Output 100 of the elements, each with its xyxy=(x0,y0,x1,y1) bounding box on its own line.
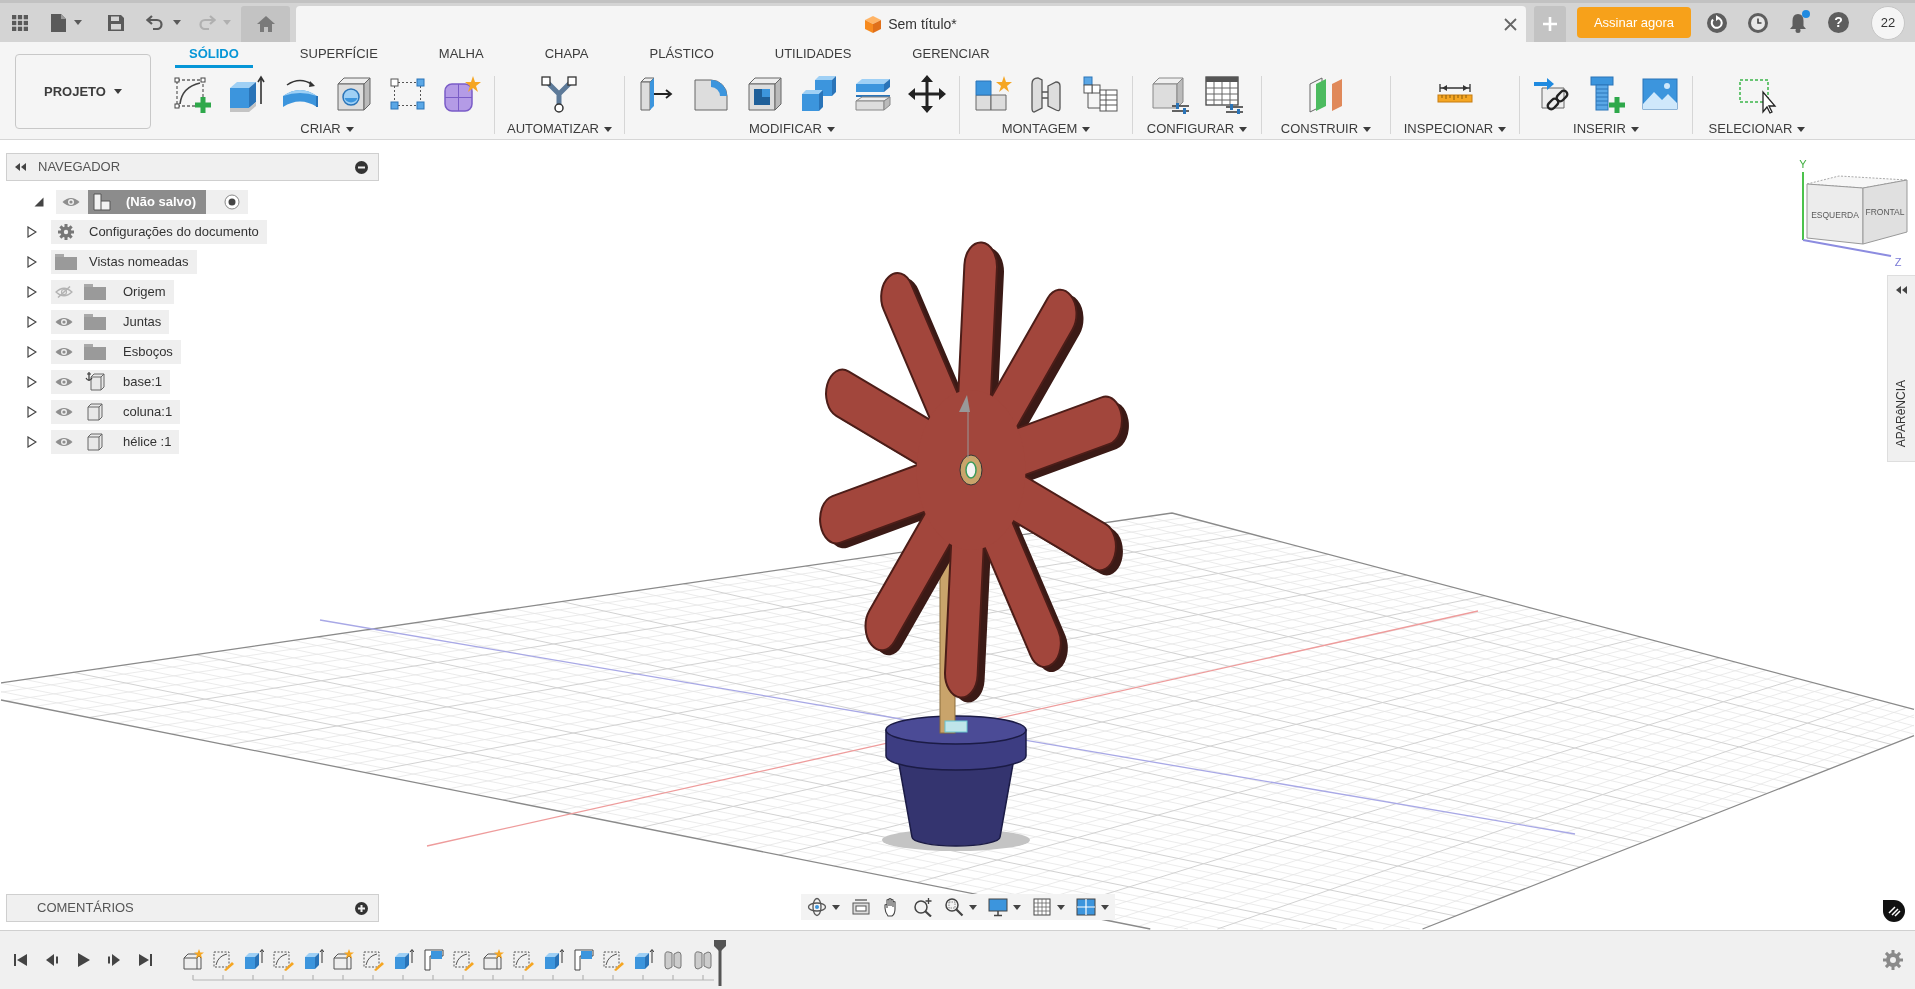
group-menu-button[interactable]: INSERIR xyxy=(1573,118,1639,140)
ribbon-tab[interactable]: UTILIDADES xyxy=(760,42,866,68)
ribbon-tab[interactable]: CHAPA xyxy=(530,42,603,68)
minus-circle-icon[interactable] xyxy=(355,160,368,174)
zoom-window-icon[interactable] xyxy=(943,897,964,917)
sketch-pencil-icon[interactable] xyxy=(272,949,294,971)
zoom-in-icon[interactable] xyxy=(912,897,933,917)
clock-icon[interactable] xyxy=(1748,12,1768,33)
collapsed-triangle-icon[interactable] xyxy=(27,316,37,328)
sketch-square-plus-icon[interactable] xyxy=(172,74,212,114)
box-star-icon[interactable] xyxy=(332,949,354,971)
group-menu-button[interactable]: AUTOMATIZAR xyxy=(507,118,612,140)
user-avatar-button[interactable]: 22 xyxy=(1871,5,1905,40)
radio-icon[interactable] xyxy=(224,194,241,210)
eye-icon[interactable] xyxy=(55,316,73,328)
eye-icon[interactable] xyxy=(62,196,80,208)
save-icon[interactable] xyxy=(108,14,124,31)
box-arrow-icon[interactable] xyxy=(632,949,654,971)
sketch-pencil-icon[interactable] xyxy=(512,949,534,971)
caret-icon[interactable] xyxy=(1056,904,1065,910)
axis-label: Y xyxy=(1799,158,1807,170)
caret-icon[interactable] xyxy=(1012,904,1021,910)
expanded-triangle-icon[interactable] xyxy=(34,197,44,207)
collapsed-triangle-icon[interactable] xyxy=(27,226,37,238)
collapsed-triangle-icon[interactable] xyxy=(27,346,37,358)
caret-icon[interactable] xyxy=(1100,904,1109,910)
monitor-icon[interactable] xyxy=(987,897,1008,917)
box-star-icon[interactable] xyxy=(482,949,504,971)
sketch-pencil-icon[interactable] xyxy=(212,949,234,971)
close-icon[interactable] xyxy=(1504,17,1517,31)
document-tab[interactable]: Sem título* xyxy=(296,6,1526,42)
move-arrows-icon[interactable] xyxy=(906,74,947,114)
eye-icon[interactable] xyxy=(55,376,73,388)
rounded-cube-star-icon[interactable] xyxy=(442,74,482,114)
view-cube[interactable] xyxy=(1802,171,1908,257)
sketch-pencil-icon[interactable] xyxy=(602,949,624,971)
sketch-pencil-icon[interactable] xyxy=(362,949,384,971)
eye-icon[interactable] xyxy=(55,346,73,358)
caret-icon xyxy=(1797,126,1806,132)
collapsed-triangle-icon[interactable] xyxy=(27,256,37,268)
home-tab[interactable] xyxy=(241,6,290,42)
branch-connector-icon[interactable] xyxy=(539,74,580,114)
caret-icon[interactable] xyxy=(831,904,840,910)
group-menu-button[interactable]: CONSTRUIR xyxy=(1280,118,1372,140)
box-arrow-icon[interactable] xyxy=(302,949,324,971)
cube-face-label: FRONTAL xyxy=(1865,207,1905,217)
file-icon[interactable] xyxy=(51,13,66,32)
collapsed-triangle-icon[interactable] xyxy=(27,436,37,448)
caret-icon[interactable] xyxy=(74,20,82,25)
group-menu-button[interactable]: CRIAR xyxy=(300,118,354,140)
collapsed-triangle-icon[interactable] xyxy=(27,286,37,298)
appearance-panel[interactable]: APARêNCIA xyxy=(1887,275,1915,462)
corner-block-icon[interactable] xyxy=(422,949,444,971)
group-menu-button[interactable]: INSPECIONAR xyxy=(1403,118,1507,140)
comment-bubble-icon[interactable] xyxy=(1883,900,1905,922)
group-menu-button[interactable]: MODIFICAR xyxy=(749,118,835,140)
play-icon[interactable] xyxy=(75,952,91,968)
gear-icon[interactable] xyxy=(1883,950,1903,970)
skip-start-icon[interactable] xyxy=(13,952,29,968)
plus-circle-icon[interactable] xyxy=(355,901,368,915)
box-star-icon[interactable] xyxy=(182,949,204,971)
eye-icon[interactable] xyxy=(55,436,73,448)
ribbon-tab[interactable]: PLÁSTICO xyxy=(635,42,728,68)
sketch-pencil-icon[interactable] xyxy=(452,949,474,971)
step-back-icon[interactable] xyxy=(44,952,60,968)
eye-icon[interactable] xyxy=(55,406,73,418)
orbit-icon[interactable] xyxy=(806,897,827,917)
bracket-pair-icon[interactable] xyxy=(662,949,684,971)
box-arrow-icon[interactable] xyxy=(392,949,414,971)
double-triangle-left-icon[interactable] xyxy=(1896,286,1907,294)
split-view-icon[interactable] xyxy=(1075,897,1096,917)
bracket-pair-icon[interactable] xyxy=(692,949,714,971)
ribbon-tab[interactable]: MALHA xyxy=(424,42,498,68)
caret-icon[interactable] xyxy=(173,20,181,25)
undo-icon[interactable] xyxy=(146,15,164,30)
caret-icon xyxy=(345,126,354,132)
collapsed-triangle-icon[interactable] xyxy=(27,376,37,388)
step-forward-icon[interactable] xyxy=(106,952,122,968)
corner-block-icon[interactable] xyxy=(572,949,594,971)
group-menu-button[interactable]: CONFIGURAR xyxy=(1146,118,1248,140)
bell-icon[interactable] xyxy=(1789,12,1807,33)
help-button[interactable]: ? xyxy=(1828,12,1849,33)
look-at-icon[interactable] xyxy=(850,897,871,917)
skip-end-icon[interactable] xyxy=(137,952,153,968)
ribbon-tab[interactable]: GERENCIAR xyxy=(898,42,1004,68)
project-button[interactable]: PROJETO xyxy=(15,54,151,129)
table-sliders-icon[interactable] xyxy=(1203,74,1244,114)
cube-sliders-icon[interactable] xyxy=(1149,74,1190,114)
caret-icon[interactable] xyxy=(968,904,977,910)
group-menu-button[interactable]: SELECIONAR xyxy=(1708,118,1806,140)
collapsed-triangle-icon[interactable] xyxy=(27,406,37,418)
ribbon-tab[interactable]: SUPERFÍCIE xyxy=(285,42,392,68)
double-triangle-left-icon[interactable] xyxy=(15,163,26,171)
timeline-marker[interactable] xyxy=(714,940,726,986)
cube-hole-icon[interactable] xyxy=(334,74,374,114)
component-icon xyxy=(92,193,112,211)
group-menu-button[interactable]: MONTAGEM xyxy=(1001,118,1091,140)
apps-grid-icon[interactable] xyxy=(12,14,28,31)
box-arrow-icon[interactable] xyxy=(242,949,264,971)
box-arrow-icon[interactable] xyxy=(542,949,564,971)
